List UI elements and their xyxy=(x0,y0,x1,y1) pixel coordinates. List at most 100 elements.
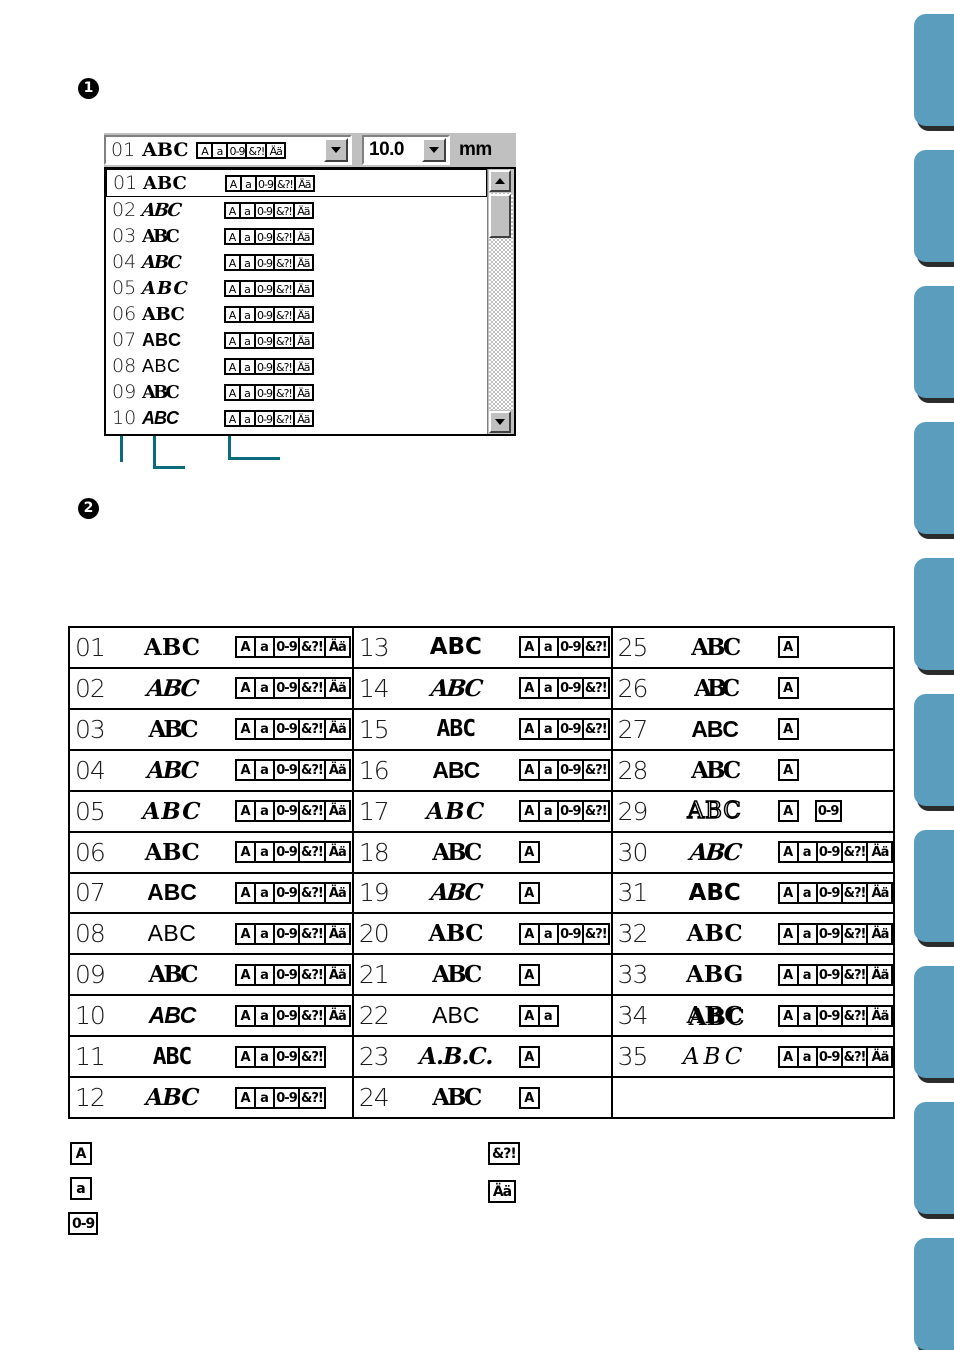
font-list-item[interactable]: 02 ABC Aa 0-9 &?! Ää xyxy=(106,197,487,223)
numbers-badge-icon: 0-9 xyxy=(254,253,275,271)
accented-badge-icon: Ää xyxy=(323,963,351,986)
symbols-badge-icon: &?! xyxy=(273,357,295,375)
table-row-sample: ABC xyxy=(436,716,477,743)
font-list-item-sample: ABC xyxy=(140,199,181,221)
symbols-badge-icon: &?! xyxy=(581,800,610,823)
symbols-badge-icon: &?! xyxy=(840,841,869,864)
accented-badge-icon: Ää xyxy=(866,963,894,986)
uppercase-badge-icon: A xyxy=(235,718,256,741)
table-row-badges: Aa 0-9 &?! Ää xyxy=(777,841,894,864)
font-list-item-sample: ABC xyxy=(142,355,181,376)
lowercase-badge-icon: a xyxy=(254,1045,275,1068)
chevron-down-icon[interactable] xyxy=(422,138,446,162)
numbers-badge-icon: 0-9 xyxy=(254,409,275,427)
font-list-item[interactable]: 05 ABC Aa 0-9 &?! Ää xyxy=(106,275,487,301)
table-row: 12 ABC Aa 0-9 &?! xyxy=(70,1076,352,1117)
table-row: 08 ABC Aa 0-9 &?! Ää xyxy=(70,912,352,953)
table-row-badges: Aa 0-9 &?! Ää xyxy=(235,1004,351,1027)
uppercase-badge-icon: A xyxy=(777,636,799,659)
side-tab-9[interactable] xyxy=(914,1102,954,1214)
numbers-badge-icon: 0-9 xyxy=(815,922,843,945)
table-row-badges: A xyxy=(777,718,799,741)
font-list-item-sample: ABC xyxy=(142,251,182,273)
table-row-badges: Aa 0-9 &?! xyxy=(518,759,610,782)
lowercase-badge-icon: a xyxy=(796,963,818,986)
table-row: 19 ABC A xyxy=(353,871,611,913)
font-list-item[interactable]: 03 ABC Aa 0-9 &?! Ää xyxy=(106,223,487,249)
font-list-rows[interactable]: 01 ABC Aa 0-9 &?! Ää 02 ABC Aa 0-9 &?! Ää 03 ABC Aa 0-9… xyxy=(106,169,487,434)
table-row-badges: Aa 0-9 &?! xyxy=(518,718,610,741)
side-tab-3[interactable] xyxy=(914,286,954,398)
font-list-item[interactable]: 04 ABC Aa 0-9 &?! Ää xyxy=(106,249,487,275)
font-list-item[interactable]: 09 ABC Aa 0-9 &?! Ää xyxy=(106,379,487,405)
callout-bullet-2: 2 xyxy=(78,498,99,519)
side-tab-7[interactable] xyxy=(914,830,954,942)
table-row: 29 ABC A 0-9 xyxy=(612,789,895,831)
legend-item-accented: Ää xyxy=(488,1180,528,1203)
font-list-item[interactable]: 10 ABC Aa 0-9 &?! Ää xyxy=(106,405,487,431)
table-row-sample: ABC xyxy=(691,756,741,784)
symbols-badge-icon: &?! xyxy=(274,174,296,192)
side-tab-5[interactable] xyxy=(914,558,954,670)
table-row-sample: ABC xyxy=(691,633,741,661)
symbols-badge-icon: &?! xyxy=(245,141,268,159)
numbers-badge-icon: 0-9 xyxy=(68,1212,99,1235)
numbers-badge-icon: 0-9 xyxy=(273,881,300,904)
uppercase-badge-icon: A xyxy=(777,841,799,864)
font-list-item-badges: Aa 0-9 &?! Ää xyxy=(225,174,315,192)
font-combo-field[interactable]: 01 ABC Aa 0-9 &?! Ää xyxy=(104,135,352,165)
uppercase-badge-icon: A xyxy=(235,841,256,864)
table-column-1: 01 ABC Aa 0-9 &?! Ää 02 ABC Aa 0-9 &?! Ää 03 ABC Aa 0-9… xyxy=(70,628,352,1117)
side-tab-10[interactable] xyxy=(914,1238,954,1350)
accented-badge-icon: Ää xyxy=(323,841,351,864)
font-list-item-number: 10 xyxy=(112,407,137,429)
uppercase-badge-icon: A xyxy=(518,759,540,782)
side-tab-2[interactable] xyxy=(914,150,954,262)
accented-badge-icon: Ää xyxy=(323,759,351,782)
side-tab-1[interactable] xyxy=(914,14,954,126)
side-tab-4[interactable] xyxy=(914,422,954,534)
font-list-item-badges: Aa 0-9 &?! Ää xyxy=(224,279,314,297)
numbers-badge-icon: 0-9 xyxy=(815,841,843,864)
unit-label: mm xyxy=(459,139,492,160)
table-row-number: 33 xyxy=(617,960,649,990)
table-row-number: 27 xyxy=(617,714,649,744)
lowercase-badge-icon: a xyxy=(537,800,559,823)
badge-legend: A a 0-9 &?! Ää xyxy=(68,1140,898,1255)
symbols-badge-icon: &?! xyxy=(298,841,326,864)
symbols-badge-icon: &?! xyxy=(840,963,869,986)
text-size-field[interactable]: 10.0 xyxy=(362,135,450,165)
symbols-badge-icon: &?! xyxy=(273,253,295,271)
triangle-down-icon[interactable] xyxy=(489,411,511,433)
lowercase-badge-icon: a xyxy=(254,636,275,659)
table-row-number: 35 xyxy=(617,1042,649,1072)
table-row-number: 32 xyxy=(617,919,649,949)
font-list-item[interactable]: 08 ABC Aa 0-9 &?! Ää xyxy=(106,353,487,379)
table-row-sample: ABC xyxy=(432,838,482,866)
table-row-sample: ABC xyxy=(148,715,198,743)
chevron-down-icon[interactable] xyxy=(324,138,348,162)
uppercase-badge-icon: A xyxy=(235,881,256,904)
side-tab-strip xyxy=(914,0,954,1350)
uppercase-badge-icon: A xyxy=(235,759,256,782)
uppercase-badge-icon: A xyxy=(777,881,799,904)
symbols-badge-icon: &?! xyxy=(581,759,610,782)
triangle-up-icon[interactable] xyxy=(489,170,511,192)
symbols-badge-icon: &?! xyxy=(840,1004,869,1027)
font-list-item-sample: ABC xyxy=(143,172,187,194)
font-list-item[interactable]: 01 ABC Aa 0-9 &?! Ää xyxy=(106,169,487,197)
font-list-item[interactable]: 06 ABC Aa 0-9 &?! Ää xyxy=(106,301,487,327)
table-row-sample: ABC xyxy=(429,674,483,702)
scrollbar-thumb[interactable] xyxy=(489,194,511,238)
symbols-badge-icon: &?! xyxy=(298,636,326,659)
side-tab-8[interactable] xyxy=(914,966,954,1078)
uppercase-badge-icon: A xyxy=(777,759,799,782)
font-list-scrollbar[interactable] xyxy=(487,169,514,434)
font-list-item[interactable]: 07 ABC Aa 0-9 &?! Ää xyxy=(106,327,487,353)
numbers-badge-icon: 0-9 xyxy=(255,174,276,192)
table-row: 33 ABG Aa 0-9 &?! Ää xyxy=(612,953,895,994)
numbers-badge-icon: 0-9 xyxy=(273,1086,300,1109)
side-tab-6[interactable] xyxy=(914,694,954,806)
accented-badge-icon: Ää xyxy=(265,141,287,159)
table-row: 32 ABC Aa 0-9 &?! Ää xyxy=(612,912,895,953)
